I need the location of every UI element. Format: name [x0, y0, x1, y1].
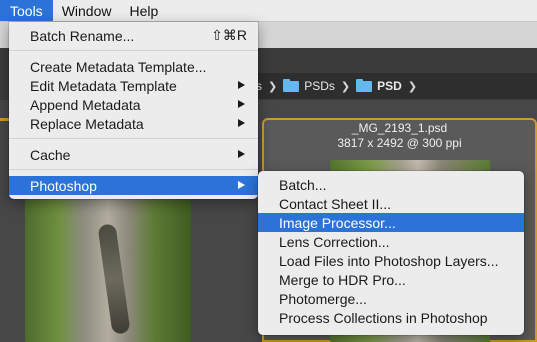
submenu-item-batch[interactable]: Batch... [258, 175, 524, 194]
submenu-item-merge-to-hdr[interactable]: Merge to HDR Pro... [258, 270, 524, 289]
folder-icon [356, 78, 373, 92]
thumbnail-photo[interactable] [25, 194, 191, 342]
menu-separator [9, 169, 258, 170]
chevron-right-icon: ❯ [407, 80, 418, 93]
submenu-item-contact-sheet[interactable]: Contact Sheet II... [258, 194, 524, 213]
breadcrumb-folder-psds[interactable]: PSDs [283, 78, 335, 93]
menu-item-cache[interactable]: Cache [9, 145, 258, 164]
menu-item-label: Lens Correction... [279, 233, 390, 250]
menu-window[interactable]: Window [53, 0, 121, 21]
menu-item-label: Contact Sheet II... [279, 195, 392, 212]
submenu-item-lens-correction[interactable]: Lens Correction... [258, 232, 524, 251]
menu-item-edit-metadata-template[interactable]: Edit Metadata Template [9, 76, 258, 95]
submenu-arrow-icon [238, 150, 245, 158]
menu-item-label: Batch Rename... [30, 27, 135, 44]
tools-menu: Batch Rename... ⇧⌘R Create Metadata Temp… [9, 22, 258, 199]
menu-item-append-metadata[interactable]: Append Metadata [9, 95, 258, 114]
thumbnail-info: 3817 x 2492 @ 300 ppi [337, 136, 462, 150]
breadcrumb-folder-label: PSD [377, 79, 402, 93]
menu-item-label: Image Processor... [279, 214, 396, 231]
submenu-item-image-processor[interactable]: Image Processor... [258, 213, 524, 232]
breadcrumb-folder-psd[interactable]: PSD [356, 78, 402, 93]
chevron-right-icon: ❯ [340, 80, 351, 93]
menu-item-label: Append Metadata [30, 96, 141, 113]
thumbnail-caption: _MG_2193_1.psd 3817 x 2492 @ 300 ppi [262, 121, 537, 151]
menu-tools[interactable]: Tools [0, 0, 53, 21]
submenu-item-load-files-into-layers[interactable]: Load Files into Photoshop Layers... [258, 251, 524, 270]
menu-item-batch-rename[interactable]: Batch Rename... ⇧⌘R [9, 26, 258, 45]
submenu-arrow-icon [238, 81, 245, 89]
menu-item-photoshop[interactable]: Photoshop [9, 176, 258, 195]
menu-item-label: Photomerge... [279, 290, 367, 307]
menu-separator [9, 138, 258, 139]
menu-separator [9, 50, 258, 51]
submenu-arrow-icon [238, 119, 245, 127]
menu-item-shortcut: ⇧⌘R [211, 27, 247, 43]
menu-item-create-metadata-template[interactable]: Create Metadata Template... [9, 57, 258, 76]
submenu-arrow-icon [238, 181, 245, 189]
menu-bar: Tools Window Help [0, 0, 537, 22]
menu-item-label: Load Files into Photoshop Layers... [279, 252, 499, 269]
menu-item-label: Edit Metadata Template [30, 77, 177, 94]
menu-item-label: Photoshop [30, 177, 97, 194]
breadcrumb: s ❯ PSDs ❯ PSD ❯ [250, 73, 537, 99]
menu-item-label: Process Collections in Photoshop [279, 309, 488, 326]
menu-item-label: Cache [30, 146, 71, 163]
folder-icon [283, 78, 300, 92]
thumbnail-filename: _MG_2193_1.psd [351, 121, 448, 135]
menu-help[interactable]: Help [120, 0, 167, 21]
breadcrumb-folder-label: PSDs [304, 79, 335, 93]
submenu-item-process-collections[interactable]: Process Collections in Photoshop [258, 308, 524, 327]
lizard-image [97, 223, 131, 335]
menu-item-label: Merge to HDR Pro... [279, 271, 406, 288]
submenu-arrow-icon [238, 100, 245, 108]
menu-item-replace-metadata[interactable]: Replace Metadata [9, 114, 258, 133]
photoshop-submenu: Batch... Contact Sheet II... Image Proce… [258, 171, 524, 335]
menu-item-label: Create Metadata Template... [30, 58, 207, 75]
menu-item-label: Batch... [279, 176, 327, 193]
chevron-right-icon: ❯ [268, 80, 278, 93]
submenu-item-photomerge[interactable]: Photomerge... [258, 289, 524, 308]
menu-item-label: Replace Metadata [30, 115, 144, 132]
